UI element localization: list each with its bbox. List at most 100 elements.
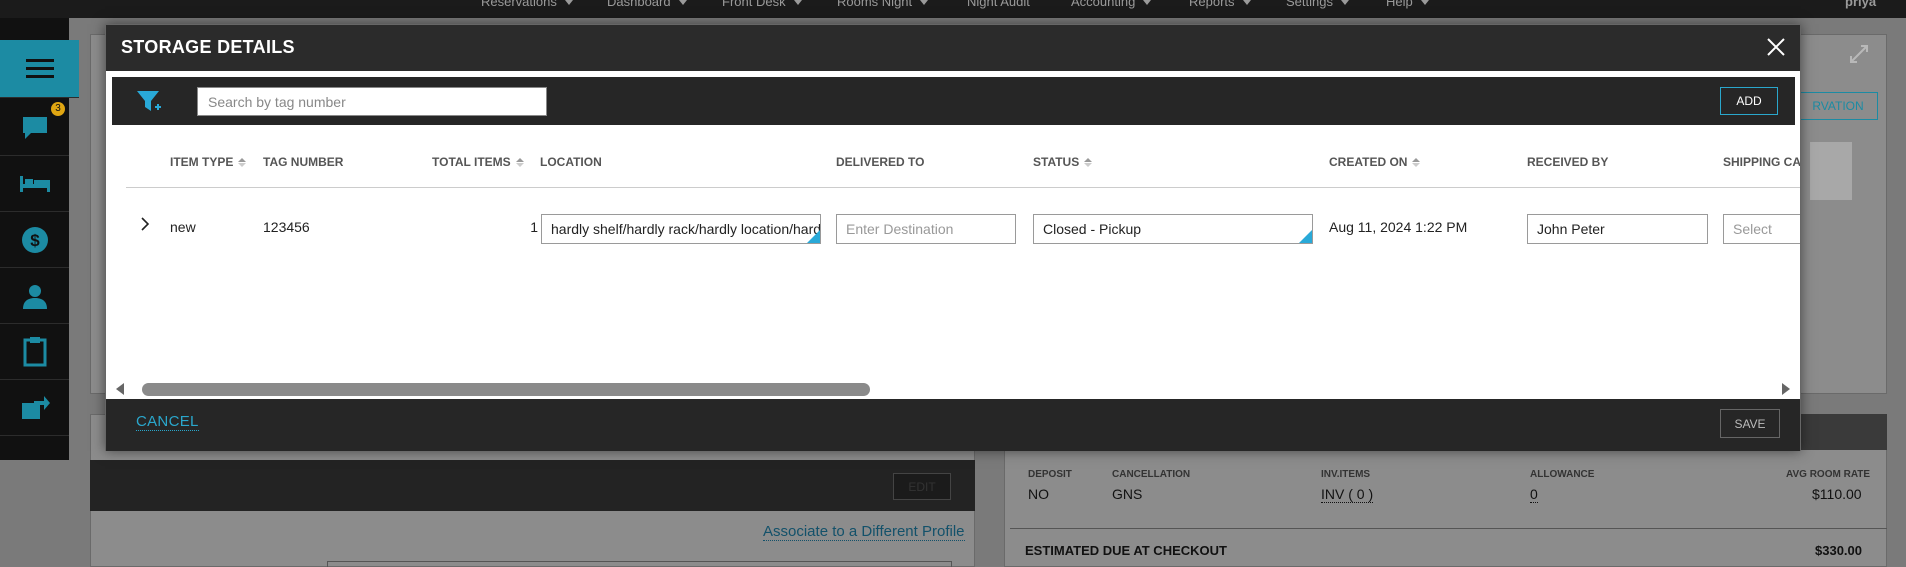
menu-button[interactable] [0, 40, 79, 98]
cancel-button[interactable]: CANCEL [136, 413, 199, 431]
location-value: hardly shelf/hardly rack/hardly location… [551, 221, 821, 237]
modal-footer: CANCEL SAVE [106, 399, 1800, 451]
scroll-right-icon[interactable] [1780, 383, 1790, 398]
inv-items-label: INV.ITEMS [1321, 469, 1371, 480]
sidebar-rooms[interactable] [0, 156, 69, 212]
chat-icon [22, 116, 47, 139]
avg-rate-label: AVG ROOM RATE [1786, 469, 1871, 480]
nav-label: Dashboard [607, 0, 671, 9]
nav-settings[interactable]: Settings [1286, 0, 1349, 9]
sidebar-checkout[interactable] [0, 380, 69, 436]
resize-handle-icon [1299, 230, 1312, 243]
filter-icon[interactable] [136, 89, 162, 118]
nav-label: Night Audit [967, 0, 1030, 9]
sort-icon [1412, 158, 1421, 168]
modal-header: STORAGE DETAILS [106, 25, 1800, 71]
nav-label: Settings [1286, 0, 1333, 9]
estimated-due-value: $330.00 [1815, 543, 1862, 558]
edit-button[interactable]: EDIT [893, 473, 951, 500]
nav-label: Reservations [481, 0, 557, 9]
nav-accounting[interactable]: Accounting [1071, 0, 1152, 9]
header-divider [126, 187, 1800, 188]
caret-down-icon [678, 0, 687, 6]
user-name[interactable]: priya [1845, 0, 1876, 9]
sidebar-accounting[interactable]: $ [0, 212, 69, 268]
nav-reports[interactable]: Reports [1189, 0, 1251, 9]
created-on-cell: Aug 11, 2024 1:22 PM [1329, 219, 1468, 235]
bg-input[interactable] [327, 561, 952, 567]
avg-rate-value: $110.00 [1812, 486, 1862, 502]
new-reservation-button[interactable]: RVATION [1798, 92, 1878, 120]
allowance-label: ALLOWANCE [1530, 469, 1595, 480]
caret-down-icon [1242, 0, 1251, 6]
column-label: STATUS [1033, 155, 1080, 169]
nav-front-desk[interactable]: Front Desk [722, 0, 802, 9]
nav-dashboard[interactable]: Dashboard [607, 0, 687, 9]
expand-row-button[interactable] [140, 216, 150, 235]
received-by-input[interactable]: John Peter [1527, 214, 1708, 244]
column-header-total-items[interactable]: TOTAL ITEMS [432, 155, 524, 169]
nav-label: Help [1386, 0, 1413, 9]
caret-down-icon [1143, 0, 1152, 6]
hamburger-icon [25, 58, 54, 78]
deposit-label: DEPOSIT [1028, 469, 1072, 480]
total-items-cell: 1 [530, 219, 538, 235]
shipping-carrier-select[interactable]: Select [1723, 214, 1800, 244]
scrollbar-thumb[interactable] [142, 383, 870, 396]
location-input[interactable]: hardly shelf/hardly rack/hardly location… [541, 214, 821, 244]
column-header-status[interactable]: STATUS [1033, 155, 1093, 169]
column-header-received-by: RECEIVED BY [1527, 155, 1609, 169]
export-icon [21, 395, 50, 419]
close-icon [1767, 38, 1785, 56]
item-type-cell: new [170, 219, 196, 235]
bg-profile-toolbar [90, 460, 975, 511]
clipboard-icon [23, 336, 46, 366]
column-label: ITEM TYPE [170, 155, 234, 169]
status-value: Closed - Pickup [1043, 221, 1142, 237]
caret-down-icon [1340, 0, 1349, 6]
close-button[interactable] [1764, 35, 1788, 59]
chevron-right-icon [141, 217, 150, 231]
nav-label: Rooms Night [837, 0, 913, 9]
storage-details-modal: STORAGE DETAILS ADD ITEM TYPE TAG NUMBER… [105, 24, 1801, 451]
column-header-created-on[interactable]: CREATED ON [1329, 155, 1421, 169]
table-row: new 123456 1 hardly shelf/hardly rack/ha… [126, 200, 1800, 260]
delivered-to-input[interactable]: Enter Destination [836, 214, 1016, 244]
column-header-shipping: SHIPPING CA [1723, 155, 1800, 169]
save-button[interactable]: SAVE [1720, 409, 1780, 438]
column-label: CREATED ON [1329, 155, 1408, 169]
nav-help[interactable]: Help [1386, 0, 1429, 9]
deposit-value: NO [1028, 486, 1049, 502]
expand-icon[interactable] [1849, 44, 1869, 67]
sort-icon [238, 158, 247, 168]
scroll-left-icon[interactable] [116, 383, 126, 398]
search-input[interactable] [197, 87, 547, 116]
associate-profile-link[interactable]: Associate to a Different Profile [763, 523, 965, 541]
cancellation-value: GNS [1112, 486, 1143, 502]
nav-reservations[interactable]: Reservations [481, 0, 573, 9]
column-header-item-type[interactable]: ITEM TYPE [170, 155, 247, 169]
sidebar-profile[interactable] [0, 268, 69, 324]
nav-rooms-night[interactable]: Rooms Night [837, 0, 929, 9]
allowance-link[interactable]: 0 [1530, 486, 1538, 503]
status-select[interactable]: Closed - Pickup [1033, 214, 1313, 244]
nav-night-audit[interactable]: Night Audit [967, 0, 1030, 9]
caret-down-icon [1420, 0, 1429, 6]
horizontal-scrollbar[interactable] [106, 377, 1800, 399]
estimated-due-label: ESTIMATED DUE AT CHECKOUT [1025, 543, 1227, 558]
column-header-tag-number: TAG NUMBER [263, 155, 344, 169]
tag-number-cell: 123456 [263, 219, 310, 235]
dollar-icon: $ [21, 226, 48, 253]
nav-label: Reports [1189, 0, 1235, 9]
add-button[interactable]: ADD [1720, 87, 1778, 115]
sidebar-documents[interactable] [0, 324, 69, 380]
column-header-delivered-to: DELIVERED TO [836, 155, 925, 169]
caret-down-icon [920, 0, 929, 6]
modal-toolbar: ADD [112, 77, 1795, 125]
inv-items-link[interactable]: INV ( 0 ) [1321, 486, 1374, 503]
svg-text:$: $ [30, 231, 40, 250]
modal-title: STORAGE DETAILS [121, 37, 295, 57]
caret-down-icon [793, 0, 802, 6]
storage-grid: ITEM TYPE TAG NUMBER TOTAL ITEMS LOCATIO… [106, 125, 1800, 377]
message-count-badge: 3 [51, 102, 65, 116]
